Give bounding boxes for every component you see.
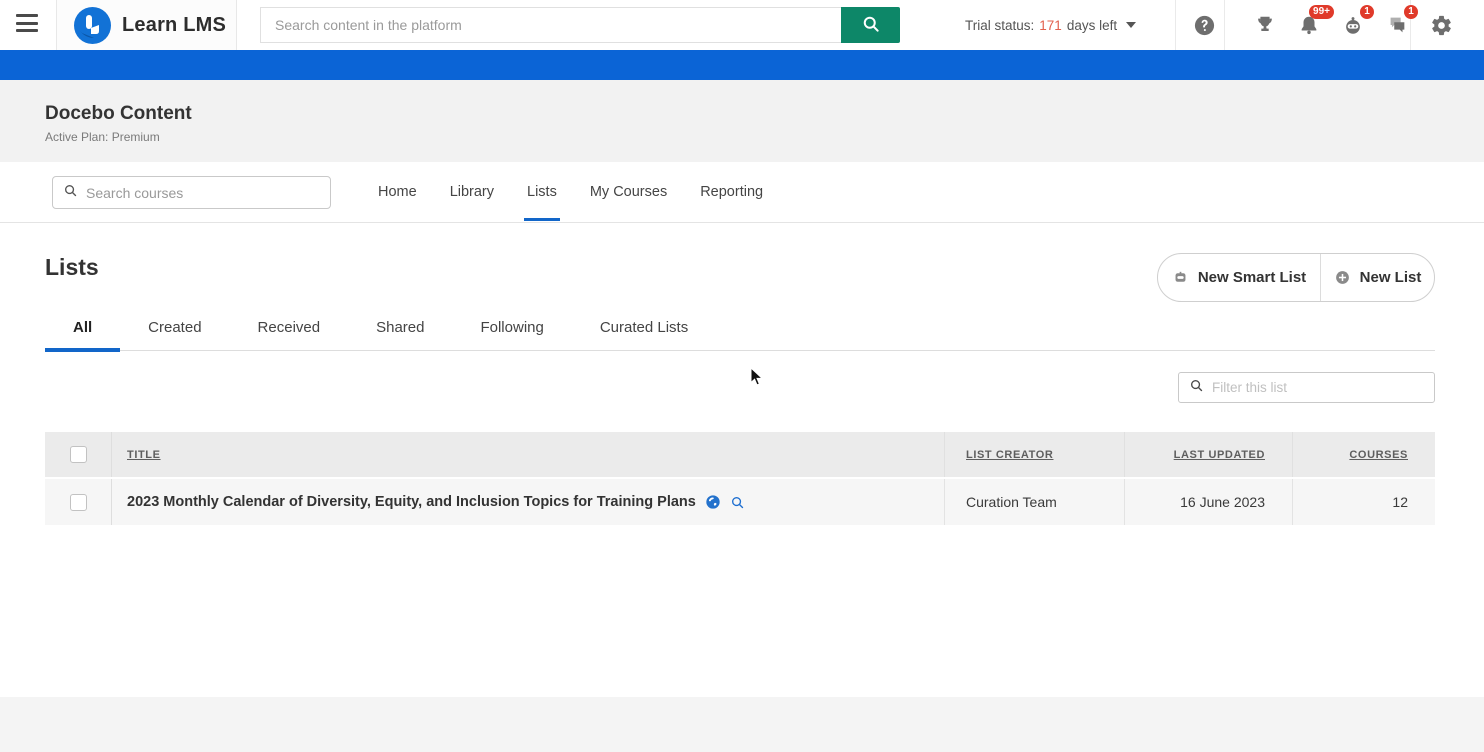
- hamburger-icon: [16, 14, 38, 17]
- trial-days-suffix: days left: [1067, 18, 1117, 33]
- new-smart-list-button[interactable]: New Smart List: [1158, 254, 1320, 301]
- hamburger-menu-button[interactable]: [16, 14, 40, 35]
- column-header-list-creator[interactable]: LIST CREATOR: [966, 449, 1053, 461]
- docebo-logo-icon: [74, 7, 111, 44]
- filter-list-input[interactable]: [1212, 380, 1422, 395]
- filter-list: [1178, 372, 1435, 403]
- topbar: Learn LMS Trial status: 171 days left: [0, 0, 1484, 50]
- row-checkbox[interactable]: [70, 494, 87, 511]
- messages-badge: 1: [1404, 5, 1418, 19]
- tab-shared[interactable]: Shared: [348, 305, 452, 350]
- page-footer: [0, 697, 1484, 752]
- column-header-courses[interactable]: COURSES: [1349, 449, 1408, 461]
- globe-icon[interactable]: [705, 494, 721, 510]
- list-creator-value: Curation Team: [944, 479, 1124, 525]
- row-select-cell: [45, 479, 112, 525]
- tab-all[interactable]: All: [45, 305, 120, 350]
- notifications-badge: 99+: [1309, 5, 1334, 19]
- search-icon: [63, 183, 78, 203]
- help-icon: [1190, 14, 1218, 37]
- course-search: [52, 176, 331, 209]
- plus-circle-icon: [1334, 269, 1351, 286]
- brand-name: Learn LMS: [122, 14, 226, 37]
- messages-button[interactable]: 1: [1383, 11, 1411, 39]
- trophy-icon: [1251, 14, 1279, 36]
- column-header-title[interactable]: TITLE: [127, 449, 161, 461]
- nav-item-my-courses[interactable]: My Courses: [590, 162, 667, 222]
- platform-search: [260, 7, 900, 43]
- nav-item-library[interactable]: Library: [450, 162, 494, 222]
- trial-status[interactable]: Trial status: 171 days left: [965, 0, 1136, 50]
- trial-days-left: 171: [1039, 18, 1062, 33]
- ai-assistant-button[interactable]: 1: [1339, 11, 1367, 39]
- help-button[interactable]: [1190, 11, 1218, 39]
- search-icon: [1189, 378, 1204, 398]
- page-title: Docebo Content: [45, 103, 1484, 125]
- tab-created[interactable]: Created: [120, 305, 229, 350]
- lists-tabs: All Created Received Shared Following Cu…: [45, 305, 1435, 351]
- page-banner: [0, 50, 1484, 80]
- gear-icon: [1427, 14, 1455, 37]
- search-icon: [861, 14, 881, 37]
- preview-search-icon[interactable]: [730, 495, 745, 510]
- lists-table: TITLE LIST CREATOR LAST UPDATED COURSES …: [45, 432, 1435, 525]
- select-all-checkbox[interactable]: [70, 446, 87, 463]
- nav-item-reporting[interactable]: Reporting: [700, 162, 763, 222]
- last-updated-value: 16 June 2023: [1124, 479, 1292, 525]
- chevron-down-icon: [1126, 22, 1136, 28]
- nav-item-lists[interactable]: Lists: [527, 162, 557, 222]
- mouse-cursor: [750, 367, 766, 392]
- gamification-button[interactable]: [1251, 11, 1279, 39]
- learn-lms-app: Learn LMS Trial status: 171 days left: [0, 0, 1484, 752]
- trial-status-label: Trial status:: [965, 18, 1034, 33]
- platform-search-input[interactable]: [260, 7, 841, 43]
- notifications-button[interactable]: 99+: [1295, 11, 1323, 39]
- new-list-button-group: New Smart List New List: [1157, 253, 1435, 302]
- platform-search-button[interactable]: [841, 7, 900, 43]
- nav-item-home[interactable]: Home: [378, 162, 417, 222]
- nav-tabs: Home Library Lists My Courses Reporting: [378, 162, 763, 222]
- list-title-link[interactable]: 2023 Monthly Calendar of Diversity, Equi…: [127, 494, 696, 510]
- courses-count-value: 12: [1292, 479, 1435, 525]
- column-header-last-updated[interactable]: LAST UPDATED: [1174, 449, 1265, 461]
- content-nav: Home Library Lists My Courses Reporting: [0, 162, 1484, 223]
- course-search-input[interactable]: [86, 185, 306, 201]
- topbar-divider: [1224, 0, 1225, 50]
- new-list-button[interactable]: New List: [1320, 254, 1434, 301]
- new-smart-list-label: New Smart List: [1198, 269, 1306, 286]
- lists-section-title: Lists: [45, 254, 99, 281]
- topbar-divider: [1175, 0, 1176, 50]
- assistant-badge: 1: [1360, 5, 1374, 19]
- page-header: Docebo Content Active Plan: Premium: [0, 80, 1484, 162]
- tab-curated-lists[interactable]: Curated Lists: [572, 305, 716, 350]
- brand-logo[interactable]: Learn LMS: [56, 0, 237, 50]
- active-plan-label: Active Plan: Premium: [45, 130, 1484, 144]
- settings-button[interactable]: [1427, 11, 1455, 39]
- tab-following[interactable]: Following: [452, 305, 571, 350]
- table-row[interactable]: 2023 Monthly Calendar of Diversity, Equi…: [45, 479, 1435, 525]
- tab-received[interactable]: Received: [230, 305, 349, 350]
- smart-list-icon: [1172, 269, 1189, 286]
- select-all-cell: [45, 432, 112, 477]
- table-header-row: TITLE LIST CREATOR LAST UPDATED COURSES: [45, 432, 1435, 479]
- new-list-label: New List: [1360, 269, 1422, 286]
